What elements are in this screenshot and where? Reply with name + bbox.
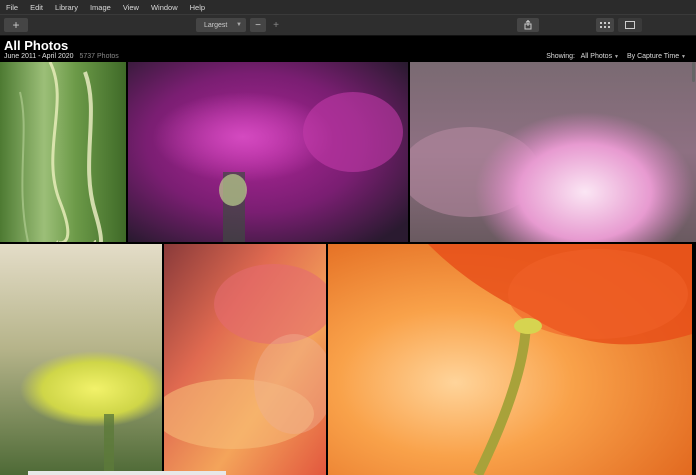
minus-icon: − xyxy=(255,19,261,31)
single-view-button[interactable] xyxy=(618,18,642,32)
zoom-out-button[interactable]: − xyxy=(250,18,266,32)
grid-view-icon xyxy=(600,21,610,28)
thumbnail-size-select[interactable]: Largest ▼ xyxy=(196,18,246,32)
date-range-text: June 2011 - April 2020 xyxy=(4,53,74,60)
share-icon xyxy=(524,20,532,30)
zoom-in-button[interactable]: + xyxy=(268,18,284,32)
sort-value: By Capture Time xyxy=(626,53,680,60)
menu-edit[interactable]: Edit xyxy=(30,3,43,12)
menu-image[interactable]: Image xyxy=(90,3,111,12)
chevron-down-icon: ▼ xyxy=(681,54,686,60)
share-button[interactable] xyxy=(517,18,539,32)
photo-thumbnail[interactable] xyxy=(0,62,126,242)
add-button[interactable]: + xyxy=(4,18,28,32)
plus-icon: + xyxy=(273,19,279,31)
date-range: June 2011 - April 2020 5737 Photos xyxy=(4,53,119,60)
page-title: All Photos xyxy=(4,38,69,53)
size-select-value: Largest xyxy=(204,21,228,29)
single-view-icon xyxy=(625,21,635,29)
menu-bar: File Edit Library Image View Window Help xyxy=(0,0,696,14)
grid-view-button[interactable] xyxy=(596,18,614,32)
plus-icon: + xyxy=(12,18,20,32)
menu-library[interactable]: Library xyxy=(55,3,78,12)
photo-thumbnail[interactable] xyxy=(328,244,692,475)
menu-file[interactable]: File xyxy=(6,3,18,12)
photo-thumbnail[interactable] xyxy=(0,244,162,475)
photo-thumbnail[interactable] xyxy=(410,62,696,242)
chevron-down-icon: ▼ xyxy=(236,22,242,28)
library-header: All Photos June 2011 - April 2020 5737 P… xyxy=(0,36,696,62)
filter-bar: Showing: All Photos ▼ By Capture Time ▼ xyxy=(546,53,686,60)
menu-window[interactable]: Window xyxy=(151,3,178,12)
showing-value: All Photos xyxy=(580,53,613,60)
showing-dropdown[interactable]: All Photos ▼ xyxy=(581,53,621,60)
photo-thumbnail[interactable] xyxy=(128,62,408,242)
showing-label: Showing: xyxy=(546,53,575,60)
sort-dropdown[interactable]: By Capture Time ▼ xyxy=(627,53,686,60)
menu-view[interactable]: View xyxy=(123,3,139,12)
photo-count: 5737 Photos xyxy=(79,53,119,60)
photo-grid xyxy=(0,62,696,475)
photo-thumbnail[interactable] xyxy=(164,244,326,475)
scrollbar[interactable] xyxy=(692,62,695,82)
menu-help[interactable]: Help xyxy=(190,3,205,12)
selection-indicator xyxy=(28,471,226,475)
toolbar: + Largest ▼ − + xyxy=(0,14,696,36)
chevron-down-icon: ▼ xyxy=(614,54,619,60)
